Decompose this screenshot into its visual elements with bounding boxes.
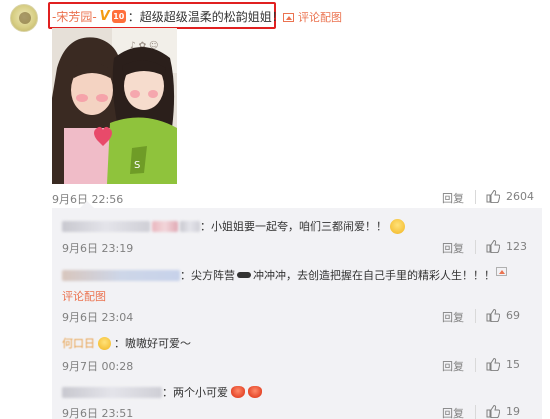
post-text: ：超级超级温柔的松韵姐姐！ xyxy=(127,9,284,24)
comment-4-time: 9月6日 23:51 xyxy=(62,407,134,419)
comment-2-like-button[interactable]: 69 xyxy=(486,309,520,322)
comment-2-time: 9月6日 23:04 xyxy=(62,311,134,324)
action-divider xyxy=(475,309,476,323)
comment-2-reply-button[interactable]: 回复 xyxy=(442,309,464,325)
level-badge: 10 xyxy=(111,9,126,23)
vip-icon: V xyxy=(99,8,110,24)
comment-3-reply-label: 回复 xyxy=(442,360,464,373)
comment-1-like-count: 123 xyxy=(506,240,527,253)
post-reply-button[interactable]: 回复 xyxy=(442,190,464,206)
picture-icon xyxy=(283,12,294,22)
action-divider xyxy=(475,405,476,419)
thumb-up-icon xyxy=(486,405,500,418)
user-badge-icon xyxy=(98,336,111,350)
post-username[interactable]: -宋芳园- xyxy=(52,8,97,25)
post-header: -宋芳园- V 10 ：超级超级温柔的松韵姐姐！ xyxy=(52,8,284,24)
emoji-icon xyxy=(248,386,262,398)
comment-2-text-2: 冲冲冲，去创造把握在自己手里的精彩人生！！！ xyxy=(253,269,495,282)
post-reply-label: 回复 xyxy=(442,192,464,205)
user-avatar[interactable] xyxy=(10,4,38,32)
thumb-up-icon xyxy=(486,309,500,322)
sunglasses-emoji-icon xyxy=(237,272,251,278)
picture-icon xyxy=(496,267,507,276)
comment-3-text: ：嗷嗷好可爱～ xyxy=(114,337,191,350)
svg-text:S: S xyxy=(134,160,140,171)
comment-4: ：两个小可爱 xyxy=(62,384,262,400)
comment-2-username[interactable] xyxy=(62,269,180,281)
comment-1-badge-blur xyxy=(180,220,200,232)
comment-4-reply-label: 回复 xyxy=(442,407,464,419)
thumb-up-icon xyxy=(486,240,500,253)
panel-caret xyxy=(80,201,94,208)
action-divider xyxy=(475,240,476,254)
comment-2-text: ：尖方阵营 xyxy=(180,269,235,282)
comment-1-text: ：小姐姐要一起夸，咱们三都闹爱！！ xyxy=(200,220,387,233)
photo-illustration: ♪ ✿ ☺ S xyxy=(52,28,177,184)
post-photo[interactable]: ♪ ✿ ☺ S xyxy=(52,28,177,184)
comment-1-like-button[interactable]: 123 xyxy=(486,240,527,253)
comment-4-like-count: 19 xyxy=(506,405,520,418)
comment-3-like-button[interactable]: 15 xyxy=(486,358,520,371)
comment-3-username[interactable]: 何口日 xyxy=(62,335,95,351)
comment-4-username[interactable] xyxy=(62,386,162,398)
comment-4-reply-button[interactable]: 回复 xyxy=(442,405,464,419)
comment-1-badges xyxy=(152,220,178,232)
action-divider xyxy=(475,358,476,372)
comment-1-username[interactable] xyxy=(62,220,150,232)
thumb-up-icon xyxy=(486,358,500,371)
comment-1-reply-label: 回复 xyxy=(442,242,464,255)
comment-1-reply-button[interactable]: 回复 xyxy=(442,240,464,256)
comment-2-picture-link[interactable]: 评论配图 xyxy=(62,288,106,304)
comment-2-reply-label: 回复 xyxy=(442,311,464,324)
comment-4-like-button[interactable]: 19 xyxy=(486,405,520,418)
thumb-up-icon xyxy=(486,190,500,203)
post-like-button[interactable]: 2604 xyxy=(486,190,534,203)
avatar-image xyxy=(19,12,31,24)
comment-picture-label: 评论配图 xyxy=(298,11,342,24)
comment-1: ：小姐姐要一起夸，咱们三都闹爱！！ xyxy=(62,218,405,234)
comment-2-picture-icon-button[interactable] xyxy=(496,267,511,276)
comment-3-like-count: 15 xyxy=(506,358,520,371)
comment-1-time: 9月6日 23:19 xyxy=(62,242,134,255)
emoji-icon xyxy=(390,218,405,234)
comment-4-text: ：两个小可爱 xyxy=(162,386,228,399)
comment-2-like-count: 69 xyxy=(506,309,520,322)
post-like-count: 2604 xyxy=(506,190,534,203)
comment-3-reply-button[interactable]: 回复 xyxy=(442,358,464,374)
comment-2: ：尖方阵营 冲冲冲，去创造把握在自己手里的精彩人生！！！ xyxy=(62,267,495,283)
action-divider xyxy=(475,190,476,204)
comment-3-time: 9月7日 00:28 xyxy=(62,360,134,373)
comment-picture-link[interactable]: 评论配图 xyxy=(283,9,342,25)
emoji-icon xyxy=(231,386,245,398)
comment-3: 何口日 ：嗷嗷好可爱～ xyxy=(62,335,191,351)
